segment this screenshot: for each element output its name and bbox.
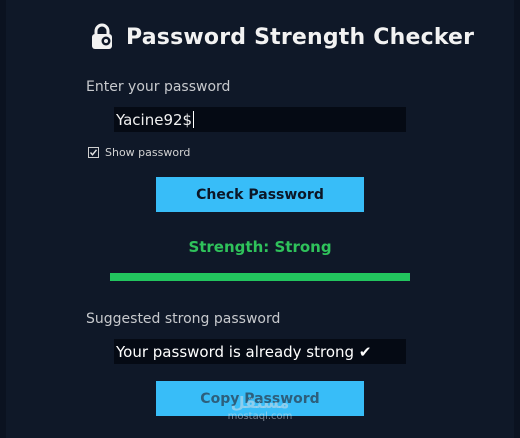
page-title: Password Strength Checker (126, 24, 475, 50)
app-header: Password Strength Checker (88, 20, 474, 54)
strength-status: Strength: Strong (188, 238, 332, 256)
password-label: Enter your password (86, 79, 231, 95)
window-right-edge (514, 0, 520, 438)
checkmark-icon (89, 149, 98, 156)
show-password-checkbox[interactable] (88, 147, 99, 158)
suggested-password-label: Suggested strong password (86, 311, 281, 327)
watermark: مستقل mostaql.com (218, 395, 302, 423)
show-password-toggle[interactable]: Show password (88, 146, 190, 159)
suggested-password-field[interactable]: Your password is already strong ✔ (114, 339, 406, 364)
window-left-edge (0, 0, 6, 438)
watermark-text: mostaql.com (227, 411, 293, 422)
strength-meter (110, 273, 410, 281)
watermark-logo: مستقل (230, 393, 290, 412)
show-password-label: Show password (105, 146, 191, 159)
text-caret (193, 111, 195, 128)
strength-meter-fill (110, 273, 410, 281)
check-password-button[interactable]: Check Password (156, 177, 364, 212)
lock-key-icon (88, 23, 116, 51)
password-value: Yacine92$ (116, 110, 193, 129)
password-input[interactable]: Yacine92$ (114, 107, 406, 132)
